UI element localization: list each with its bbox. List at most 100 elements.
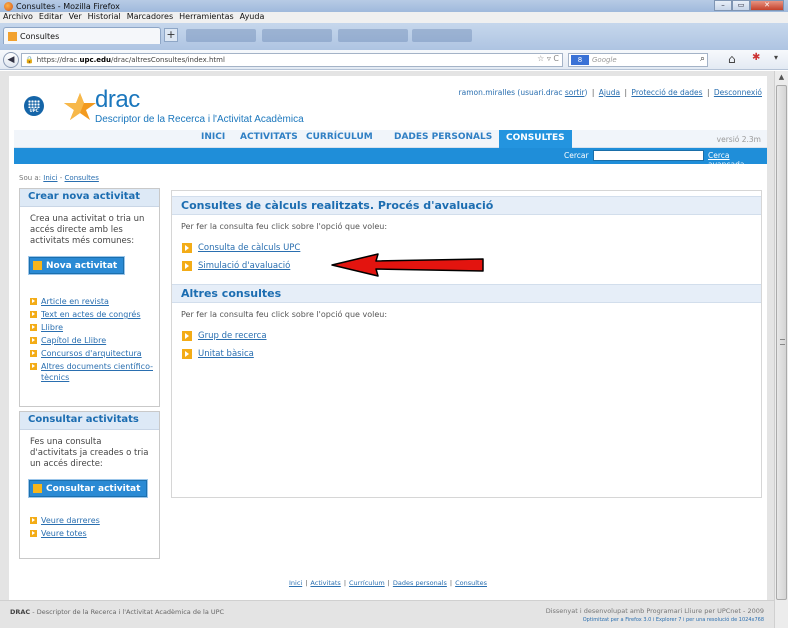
footer-link-consultes[interactable]: Consultes — [455, 579, 487, 587]
minimize-button[interactable]: – — [714, 0, 732, 11]
footer-link-inici[interactable]: Inici — [289, 579, 302, 587]
advanced-search-link[interactable]: Cerca avançada — [708, 151, 767, 169]
user-menu: ramon.miralles (usuari.drac sortir) | Aj… — [458, 88, 762, 97]
taskbar-blur — [186, 29, 256, 42]
link-grup-recerca[interactable]: Grup de recerca — [182, 331, 267, 341]
bookmark-star-icon[interactable]: ☆ ▿ C — [537, 54, 559, 63]
drac-page: UPC drac Descriptor de la Recerca i l'Ac… — [9, 76, 767, 600]
list-item[interactable]: Capítol de Llibre — [30, 335, 159, 346]
menu-ver[interactable]: Ver — [69, 12, 82, 23]
search-icon[interactable]: ⌕ — [700, 54, 705, 64]
red-arrow-annotation-icon — [331, 253, 484, 277]
section-title-calculs: Consultes de càlculs realitzats. Procés … — [172, 196, 761, 215]
tab-consultes[interactable]: CONSULTES — [499, 130, 572, 148]
list-item[interactable]: Veure darreres — [30, 515, 159, 526]
menu-editar[interactable]: Editar — [39, 12, 63, 23]
arrow-bullet-icon — [30, 517, 37, 524]
window-title: Consultes - Mozilla Firefox — [16, 1, 120, 11]
create-panel-title: Crear nova activitat — [20, 189, 159, 207]
link-unitat-basica[interactable]: Unitat bàsica — [182, 349, 254, 359]
upc-logo[interactable]: UPC — [24, 96, 44, 116]
scroll-up-icon[interactable]: ▲ — [775, 71, 788, 83]
arrow-bullet-icon — [30, 350, 37, 357]
list-item[interactable]: Article en revista — [30, 296, 159, 307]
footer-links: Inici | Activitats | Currículum | Dades person… — [288, 579, 487, 587]
list-item[interactable]: Llibre — [30, 322, 159, 333]
arrow-bullet-icon — [182, 261, 192, 271]
footer-link-curriculum[interactable]: Currículum — [349, 579, 385, 587]
back-button[interactable]: ◀ — [3, 52, 19, 68]
footer-description: DRAC - Descriptor de la Recerca i l'Acti… — [10, 608, 225, 616]
drac-favicon-icon — [8, 31, 17, 41]
page-footer: DRAC - Descriptor de la Recerca i l'Acti… — [0, 600, 774, 628]
firefox-icon — [4, 1, 13, 11]
lock-icon: 🔒 — [25, 56, 34, 64]
arrow-bullet-icon — [182, 331, 192, 341]
tab-curriculum[interactable]: CURRÍCULUM — [306, 132, 373, 142]
arrow-bullet-icon — [182, 349, 192, 359]
search-engine-icon[interactable]: 8 — [571, 55, 589, 65]
address-bar[interactable]: 🔒 https://drac.upc.edu/drac/altresConsul… — [21, 53, 563, 67]
browser-search-box[interactable]: 8 Google ⌕ — [568, 53, 708, 67]
user-name: ramon.miralles (usuari.drac — [458, 88, 563, 97]
url-text: https://drac.upc.edu/drac/altresConsulte… — [36, 56, 225, 64]
link-simulacio-avaluacio[interactable]: Simulació d'avaluació — [182, 261, 290, 271]
maximize-button[interactable]: ▭ — [732, 0, 750, 11]
browser-tab-consultes[interactable]: Consultes — [3, 27, 161, 44]
consult-activity-button[interactable]: Consultar activitat — [29, 480, 148, 497]
extension-icon[interactable]: ✱ — [752, 52, 760, 63]
menu-archivo[interactable]: Archivo — [3, 12, 33, 23]
link-consulta-calculs[interactable]: Consulta de càlculs UPC — [182, 243, 300, 253]
scrollbar-thumb[interactable] — [776, 85, 787, 600]
tab-activitats[interactable]: ACTIVITATS — [240, 132, 298, 142]
main-content: Consultes de càlculs realitzats. Procés … — [171, 190, 762, 498]
menu-historial[interactable]: Historial — [88, 12, 121, 23]
navigation-bar: ◀ 🔒 https://drac.upc.edu/drac/altresCons… — [0, 50, 788, 70]
section-title-altres: Altres consultes — [172, 284, 761, 303]
logout-link[interactable]: sortir — [565, 88, 585, 97]
new-activity-button[interactable]: Nova activitat — [29, 257, 125, 274]
menu-bar: Archivo Editar Ver Historial Marcadores … — [0, 12, 788, 23]
arrow-bullet-icon — [30, 298, 37, 305]
taskbar-blur — [338, 29, 408, 42]
list-item[interactable]: Altres documents científico-tècnics — [30, 361, 159, 383]
arrow-bullet-icon — [30, 337, 37, 344]
create-activity-panel: Crear nova activitat Crea una activitat … — [19, 188, 160, 407]
disconnect-link[interactable]: Desconnexió — [714, 88, 762, 97]
chevron-down-icon[interactable]: ▾ — [774, 53, 778, 62]
new-tab-button[interactable]: + — [164, 28, 178, 42]
main-navigation: INICI ACTIVITATS CURRÍCULUM DADES PERSON… — [14, 130, 767, 148]
consult-shortcuts-list: Veure darreres Veure totes — [20, 515, 159, 539]
taskbar-blur — [262, 29, 332, 42]
drac-star-logo-icon — [64, 93, 96, 120]
arrow-bullet-icon — [182, 243, 192, 253]
window-controls: – ▭ ✕ — [714, 0, 784, 11]
tab-bar: Consultes + — [0, 23, 788, 50]
tab-dades-personals[interactable]: DADES PERSONALS — [394, 132, 492, 142]
menu-herramientas[interactable]: Herramientas — [179, 12, 234, 23]
help-link[interactable]: Ajuda — [599, 88, 620, 97]
section-instructions: Per fer la consulta feu click sobre l'op… — [181, 310, 388, 319]
taskbar-blur — [412, 29, 472, 42]
menu-marcadores[interactable]: Marcadores — [127, 12, 173, 23]
vertical-scrollbar[interactable]: ▲ — [774, 71, 788, 628]
version-label: versió 2.3m — [716, 135, 761, 144]
list-item[interactable]: Veure totes — [30, 528, 159, 539]
close-window-button[interactable]: ✕ — [750, 0, 784, 11]
breadcrumb-current-link[interactable]: Consultes — [65, 174, 99, 182]
list-item[interactable]: Concursos d'arquitectura — [30, 348, 159, 359]
consult-panel-text: Fes una consulta d'activitats ja creades… — [30, 437, 149, 469]
home-icon[interactable]: ⌂ — [728, 52, 736, 66]
section-instructions: Per fer la consulta feu click sobre l'op… — [181, 222, 388, 231]
footer-link-activitats[interactable]: Activitats — [310, 579, 340, 587]
arrow-bullet-icon — [30, 363, 37, 370]
tab-inici[interactable]: INICI — [201, 132, 225, 142]
add-icon — [33, 261, 42, 270]
create-shortcuts-list: Article en revista Text en actes de cong… — [20, 296, 159, 383]
privacy-link[interactable]: Protecció de dades — [631, 88, 702, 97]
menu-ayuda[interactable]: Ayuda — [240, 12, 265, 23]
footer-link-dades[interactable]: Dades personals — [393, 579, 447, 587]
list-item[interactable]: Text en actes de congrés — [30, 309, 159, 320]
breadcrumb-home-link[interactable]: Inici — [43, 174, 57, 182]
site-search-input[interactable] — [593, 150, 704, 161]
